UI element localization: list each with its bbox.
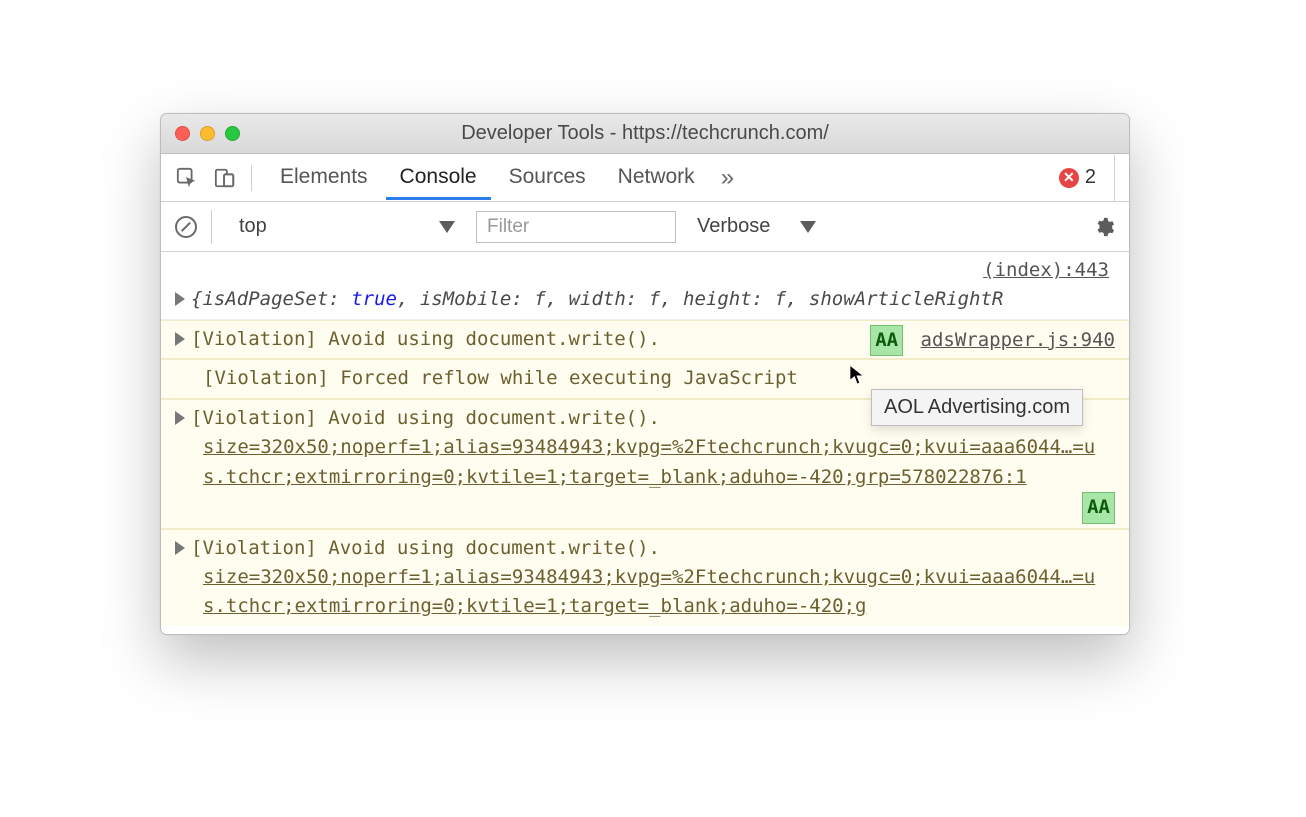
gear-icon[interactable] [1093, 216, 1115, 238]
context-value: top [239, 215, 267, 238]
toolbar-divider [1114, 155, 1115, 201]
clear-console-icon[interactable] [175, 216, 197, 238]
devtools-window: Developer Tools - https://techcrunch.com… [160, 113, 1130, 635]
expand-icon[interactable] [175, 411, 185, 425]
tab-network[interactable]: Network [604, 155, 709, 200]
window-title: Developer Tools - https://techcrunch.com… [161, 122, 1129, 145]
source-link[interactable]: adsWrapper.js:940 [921, 329, 1115, 351]
zoom-window-button[interactable] [225, 126, 240, 141]
tab-sources[interactable]: Sources [495, 155, 600, 200]
request-url[interactable]: size=320x50;noperf=1;alias=93484943;kvpg… [203, 563, 1115, 622]
tab-elements[interactable]: Elements [266, 155, 382, 200]
filterbar-divider [211, 210, 212, 244]
log-text: [Violation] Avoid using document.write()… [191, 328, 660, 350]
window-controls [175, 126, 240, 141]
console-row-violation: [Violation] Avoid using document.write()… [161, 529, 1129, 626]
expand-icon[interactable] [175, 332, 185, 346]
toolbar-divider [251, 165, 252, 191]
log-text: [Violation] Avoid using document.write()… [191, 407, 660, 429]
titlebar: Developer Tools - https://techcrunch.com… [161, 114, 1129, 154]
log-level-selector[interactable]: Verbose [690, 210, 823, 243]
request-url[interactable]: size=320x50;noperf=1;alias=93484943;kvpg… [203, 433, 1115, 492]
console-row: (index):443 {isAdPageSet: true, isMobile… [161, 252, 1129, 320]
expand-icon[interactable] [175, 541, 185, 555]
error-count: 2 [1085, 166, 1096, 189]
chevron-down-icon [800, 221, 816, 233]
expand-icon[interactable] [175, 292, 185, 306]
tooltip: AOL Advertising.com [871, 389, 1083, 426]
close-window-button[interactable] [175, 126, 190, 141]
log-text: [Violation] Forced reflow while executin… [203, 367, 798, 389]
chevron-down-icon [439, 221, 455, 233]
filter-input[interactable] [476, 211, 676, 243]
tab-console[interactable]: Console [386, 155, 491, 200]
devtools-toolbar: Elements Console Sources Network » ✕ 2 [161, 154, 1129, 202]
thirdparty-badge[interactable]: AA [870, 325, 903, 356]
console-filterbar: top Verbose [161, 202, 1129, 252]
context-selector[interactable]: top [232, 210, 462, 243]
more-tabs-button[interactable]: » [713, 164, 742, 192]
error-icon: ✕ [1059, 168, 1079, 188]
source-link[interactable]: (index):443 [175, 256, 1115, 285]
inspect-icon[interactable] [175, 167, 199, 189]
log-text: [Violation] Avoid using document.write()… [191, 537, 660, 559]
thirdparty-badge[interactable]: AA [1082, 492, 1115, 523]
log-level-value: Verbose [697, 215, 770, 238]
minimize-window-button[interactable] [200, 126, 215, 141]
console-output: (index):443 {isAdPageSet: true, isMobile… [161, 252, 1129, 634]
error-count-badge[interactable]: ✕ 2 [1059, 166, 1096, 189]
tooltip-text: AOL Advertising.com [884, 396, 1070, 418]
console-row-violation: AA adsWrapper.js:940 [Violation] Avoid u… [161, 320, 1129, 359]
toggle-device-icon[interactable] [213, 167, 237, 189]
